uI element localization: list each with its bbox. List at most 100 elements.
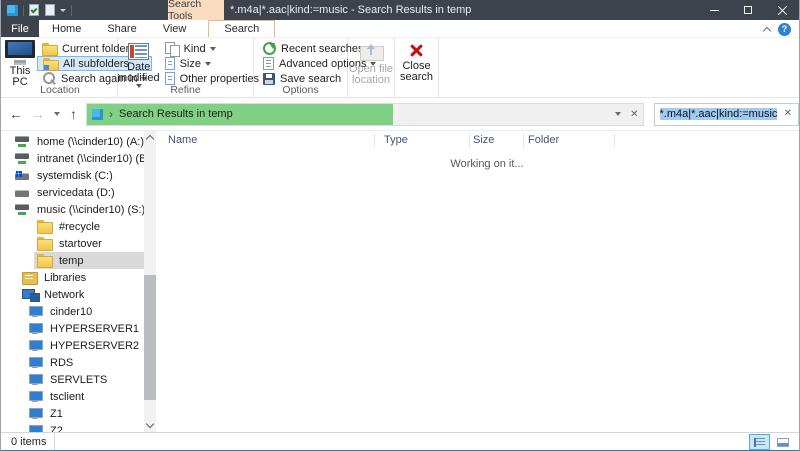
window-title: *.m4a|*.aac|kind:=music - Search Results… bbox=[230, 0, 471, 20]
tree-item[interactable]: RDS bbox=[25, 354, 144, 371]
divider bbox=[23, 5, 24, 16]
tree-item[interactable]: startover bbox=[34, 235, 144, 252]
tree-item[interactable]: Z2 bbox=[25, 422, 144, 432]
size-label: Size bbox=[180, 58, 201, 70]
minimize-button[interactable] bbox=[697, 0, 731, 20]
tree-item[interactable]: tsclient bbox=[25, 388, 144, 405]
back-icon[interactable]: ← bbox=[9, 107, 23, 121]
tree-item[interactable]: SERVLETS bbox=[25, 371, 144, 388]
network-icon bbox=[22, 288, 38, 301]
tab-home[interactable]: Home bbox=[39, 20, 94, 37]
tree-item[interactable]: home (\\cinder10) (A:) bbox=[12, 133, 144, 150]
tab-share[interactable]: Share bbox=[94, 20, 149, 37]
search-tools-contextual-tab[interactable]: Search Tools bbox=[168, 0, 224, 20]
divider bbox=[71, 5, 72, 16]
breadcrumb-chevron-icon[interactable]: › bbox=[109, 107, 113, 121]
address-dropdown-icon[interactable] bbox=[615, 112, 621, 116]
folder-tree: home (\\cinder10) (A:) intranet (\\cinder… bbox=[1, 131, 144, 432]
new-folder-icon[interactable] bbox=[45, 4, 55, 16]
content-area: home (\\cinder10) (A:) intranet (\\cinder… bbox=[1, 131, 799, 432]
tree-item[interactable]: systemdisk (C:) bbox=[12, 167, 144, 184]
clear-search-icon[interactable]: ✕ bbox=[784, 108, 792, 119]
minimize-ribbon-icon[interactable] bbox=[763, 26, 771, 34]
scroll-up-icon[interactable] bbox=[146, 135, 154, 143]
up-icon[interactable]: ↑ bbox=[70, 107, 77, 121]
history-dropdown-icon[interactable] bbox=[54, 112, 60, 116]
column-divider[interactable] bbox=[614, 133, 615, 148]
qat-dropdown-icon[interactable] bbox=[60, 9, 66, 12]
tree-item[interactable]: cinder10 bbox=[25, 303, 144, 320]
tree-item[interactable]: Libraries bbox=[19, 269, 144, 286]
tree-item-label: intranet (\\cinder10) (B:) bbox=[37, 153, 144, 165]
kind-icon bbox=[165, 42, 179, 55]
computer-icon bbox=[28, 407, 44, 420]
thumbnails-view-button[interactable] bbox=[772, 434, 793, 450]
explorer-logo-icon bbox=[7, 5, 18, 16]
size-icon bbox=[165, 57, 175, 70]
tree-item-label: Z1 bbox=[50, 408, 63, 420]
computer-icon bbox=[28, 373, 44, 386]
tree-item[interactable]: intranet (\\cinder10) (B:) bbox=[12, 150, 144, 167]
close-search-button[interactable]: Close search bbox=[395, 38, 438, 97]
tree-item[interactable]: temp bbox=[34, 252, 144, 269]
close-search-icon bbox=[408, 43, 425, 59]
tree-item-label: systemdisk (C:) bbox=[37, 170, 113, 182]
tree-item[interactable]: Network bbox=[19, 286, 144, 303]
scrollbar-thumb[interactable] bbox=[144, 275, 156, 400]
folder-icon bbox=[42, 43, 57, 55]
column-divider[interactable] bbox=[374, 133, 375, 148]
address-bar[interactable]: › Search Results in temp ✕ bbox=[86, 103, 644, 126]
save-icon bbox=[263, 73, 275, 85]
close-button[interactable] bbox=[765, 0, 799, 20]
tree-item[interactable]: music (\\cinder10) (S:) bbox=[12, 201, 144, 218]
ribbon-group-open-file-location: Open file location bbox=[348, 38, 395, 97]
open-file-location-icon bbox=[358, 40, 384, 62]
kind-label: Kind bbox=[184, 43, 206, 55]
tree-item[interactable]: HYPERSERVER2 bbox=[25, 337, 144, 354]
tree-item-label: home (\\cinder10) (A:) bbox=[37, 136, 144, 148]
tree-item[interactable]: HYPERSERVER1 bbox=[25, 320, 144, 337]
tree-item-label: HYPERSERVER1 bbox=[50, 323, 139, 335]
tree-item[interactable]: Z1 bbox=[25, 405, 144, 422]
recent-searches-icon bbox=[263, 42, 276, 55]
tab-view[interactable]: View bbox=[150, 20, 200, 37]
column-header-type[interactable]: Type bbox=[384, 134, 408, 146]
system-drive-icon bbox=[15, 169, 31, 182]
navigation-bar: ← → ↑ › Search Results in temp ✕ *.m4a|*… bbox=[1, 98, 799, 131]
help-icon[interactable]: ? bbox=[778, 23, 791, 36]
column-header-folder[interactable]: Folder bbox=[528, 134, 559, 146]
explorer-window: Search Tools *.m4a|*.aac|kind:=music - S… bbox=[0, 0, 800, 451]
ribbon-tab-row: File Home Share View Search ? bbox=[1, 20, 799, 38]
scroll-down-icon[interactable] bbox=[146, 420, 154, 428]
tree-item[interactable]: servicedata (D:) bbox=[12, 184, 144, 201]
computer-icon bbox=[28, 305, 44, 318]
tab-file[interactable]: File bbox=[1, 20, 39, 37]
tree-item-label: Network bbox=[44, 289, 84, 301]
breadcrumb[interactable]: Search Results in temp bbox=[119, 108, 233, 120]
group-label-options: Options bbox=[254, 84, 347, 96]
tree-item-label: startover bbox=[59, 238, 102, 250]
maximize-button[interactable] bbox=[731, 0, 765, 20]
ribbon-group-close-search: Close search bbox=[395, 38, 439, 97]
computer-icon bbox=[3, 40, 37, 64]
column-header-size[interactable]: Size bbox=[473, 134, 494, 146]
column-divider[interactable] bbox=[469, 133, 470, 148]
search-query-text[interactable]: *.m4a|*.aac|kind:=music bbox=[660, 108, 778, 120]
tree-item-label: SERVLETS bbox=[50, 374, 107, 386]
details-view-button[interactable] bbox=[749, 434, 770, 450]
folder-icon bbox=[37, 220, 53, 233]
tree-item-label: Z2 bbox=[50, 425, 63, 433]
search-input[interactable]: *.m4a|*.aac|kind:=music ✕ bbox=[654, 103, 800, 126]
column-divider[interactable] bbox=[523, 133, 524, 148]
navigation-pane: home (\\cinder10) (A:) intranet (\\cinder… bbox=[1, 131, 161, 432]
tab-search[interactable]: Search bbox=[208, 20, 275, 37]
date-modified-label: Date modified bbox=[118, 62, 160, 84]
save-search-label: Save search bbox=[280, 73, 341, 85]
network-drive-icon bbox=[15, 203, 31, 216]
column-header-name[interactable]: Name bbox=[168, 134, 197, 146]
tree-item[interactable]: #recycle bbox=[34, 218, 144, 235]
properties-icon[interactable] bbox=[29, 4, 39, 16]
stop-refresh-icon[interactable]: ✕ bbox=[630, 109, 638, 120]
tree-item-label: temp bbox=[59, 255, 83, 267]
sidebar-scrollbar[interactable] bbox=[144, 131, 156, 432]
